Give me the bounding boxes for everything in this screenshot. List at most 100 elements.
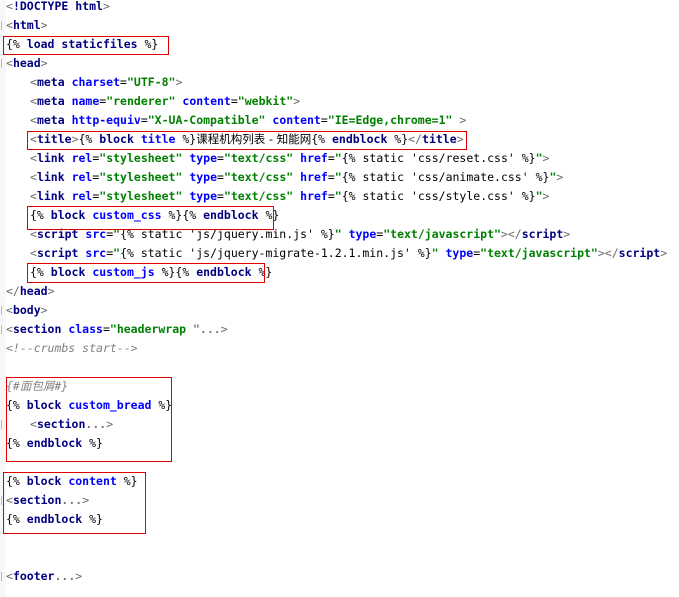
code-token-name: title xyxy=(140,132,176,146)
code-token-str: "text/css" xyxy=(223,189,294,203)
fold-marker-icon[interactable] xyxy=(1,420,5,429)
code-line: </head> xyxy=(6,282,55,301)
fold-marker-icon[interactable] xyxy=(1,21,5,30)
code-token-dots: "... xyxy=(192,322,221,336)
code-token-br: > xyxy=(175,75,183,89)
code-token-br: < xyxy=(30,132,37,146)
code-line: <meta name="renderer" content="webkit"> xyxy=(30,92,300,111)
code-token-tpl: {% static 'css/animate.css' %} xyxy=(341,170,550,184)
code-token-br: > xyxy=(556,170,564,184)
code-line: {% block custom_css %}{% endblock %} xyxy=(30,206,279,225)
code-token-str: "text/javascript" xyxy=(480,246,598,260)
code-token-br: </ xyxy=(6,284,20,298)
code-token-attr: http-equiv xyxy=(71,113,141,127)
code-token-attr: rel xyxy=(71,189,93,203)
code-token-tpl: {% xyxy=(6,398,27,412)
code-token-tag: !DOCTYPE xyxy=(12,0,76,13)
code-line: <body> xyxy=(6,301,48,320)
code-token-attr: href xyxy=(300,170,328,184)
code-token-br: < xyxy=(30,417,37,431)
code-line: <meta charset="UTF-8"> xyxy=(30,73,182,92)
code-token-str: "webkit" xyxy=(237,94,294,108)
code-token-str: "text/css" xyxy=(223,151,294,165)
code-token-tag: script xyxy=(521,227,564,241)
code-line: <link rel="stylesheet" type="text/css" h… xyxy=(30,168,563,187)
code-token-br: </ xyxy=(507,227,522,241)
code-token-kw: endblock xyxy=(203,208,259,222)
code-line: <html> xyxy=(6,16,48,35)
code-token-tpl: {% static 'css/reset.css' %} xyxy=(341,151,536,165)
code-token-str: "IE=Edge,chrome=1" xyxy=(327,113,453,127)
code-token-br: < xyxy=(30,246,37,260)
code-token-br: < xyxy=(30,189,37,203)
code-line: <section...> xyxy=(6,491,89,510)
code-token-br: < xyxy=(6,303,13,317)
code-token-attr: href xyxy=(300,151,328,165)
code-token-dots: ... xyxy=(61,493,83,507)
code-token-tpl: {% xyxy=(30,208,51,222)
code-token-br: > xyxy=(40,56,48,70)
code-token-tpl: = xyxy=(120,75,127,89)
code-token-tpl: %}{% xyxy=(161,208,204,222)
code-token-tag: title xyxy=(422,132,457,146)
code-token-attr: type xyxy=(189,189,218,203)
code-token-name: content xyxy=(68,474,117,488)
fold-marker-icon[interactable] xyxy=(1,59,5,68)
code-token-dots: ... xyxy=(85,417,107,431)
code-token-tpl: = xyxy=(217,170,224,184)
code-token-tpl: {% xyxy=(311,132,332,146)
code-token-tpl: %} xyxy=(387,132,409,146)
code-line: <section class="headerwrap "...> xyxy=(6,320,228,339)
code-token-str: " xyxy=(535,151,543,165)
code-token-br: > xyxy=(542,189,550,203)
code-editor[interactable]: <!DOCTYPE html> <html> {% load staticfil… xyxy=(0,0,679,597)
code-token-str: "renderer" xyxy=(106,94,176,108)
fold-marker-icon[interactable] xyxy=(1,496,5,505)
code-token-kw: block xyxy=(99,132,141,146)
code-token-kw: block xyxy=(26,474,69,488)
code-token-str: "headerwrap xyxy=(109,322,193,336)
code-token-str: " xyxy=(334,170,342,184)
code-token-br: > xyxy=(660,246,668,260)
code-token-tag: link xyxy=(36,189,72,203)
code-token-br: > xyxy=(542,151,550,165)
code-token-br: > xyxy=(106,417,114,431)
code-token-tpl: {% xyxy=(6,37,27,51)
code-token-tpl: {% xyxy=(6,436,27,450)
code-token-br: < xyxy=(6,0,13,13)
fold-marker-icon[interactable] xyxy=(1,325,5,334)
code-token-tpl: {% xyxy=(78,132,100,146)
code-token-kw: block xyxy=(50,265,93,279)
code-token-attr: src xyxy=(85,246,107,260)
code-line: <!DOCTYPE html> xyxy=(6,0,110,16)
code-token-br: > xyxy=(40,18,48,32)
code-token-str: "stylesheet" xyxy=(99,189,183,203)
code-line: <footer...> xyxy=(6,567,82,586)
fold-marker-icon[interactable] xyxy=(1,572,5,581)
code-line: {% endblock %} xyxy=(6,510,103,529)
code-token-str: " xyxy=(334,189,342,203)
code-line: <!--crumbs start--> xyxy=(6,339,138,358)
code-token-attr: name xyxy=(71,94,100,108)
code-token-attr: content xyxy=(182,94,231,108)
code-token-str: " xyxy=(431,246,439,260)
code-token-str: "X-UA-Compatible" xyxy=(147,113,266,127)
code-token-tag: link xyxy=(36,151,72,165)
code-token-kw: endblock xyxy=(196,265,252,279)
code-token-tpl: = xyxy=(320,113,328,127)
fold-marker-icon[interactable] xyxy=(1,306,5,315)
code-token-tpl: = xyxy=(140,113,148,127)
code-line: {% block custom_js %}{% endblock %} xyxy=(30,263,272,282)
code-token-tpl: {% static 'js/jquery.min.js' %} xyxy=(120,227,335,241)
code-token-tpl: {% xyxy=(6,474,27,488)
code-token-attr: type xyxy=(445,246,474,260)
code-token-attr: type xyxy=(348,227,377,241)
code-line: {% load staticfiles %} xyxy=(6,35,158,54)
code-token-tpl: %} xyxy=(137,37,159,51)
code-line: {% endblock %} xyxy=(6,434,103,453)
code-token-str: "stylesheet" xyxy=(99,170,183,184)
code-token-tag: section xyxy=(12,493,62,507)
code-token-tpl: %} xyxy=(116,474,138,488)
code-token-tag: script xyxy=(36,246,86,260)
code-token-br: < xyxy=(30,113,37,127)
